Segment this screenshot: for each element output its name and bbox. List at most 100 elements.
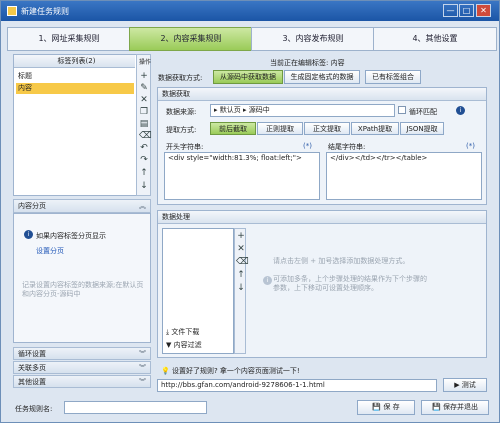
loop-settings-label: 循环设置 [18,350,46,358]
extract-label: 提取方式: [166,126,197,134]
loop-match-label: 循环匹配 [409,108,437,116]
source-breadcrumb[interactable]: ▸ 默认页 ▸ 源码中 [210,104,395,117]
tag-list-title: 标签列表(2) [14,55,135,68]
chevron-down-icon: ︾ [139,378,146,386]
move-down-icon[interactable]: ↓ [236,283,246,293]
move-down-icon[interactable]: ↓ [139,181,149,191]
other-settings-label: 其他设置 [18,378,46,386]
extract-regex-button[interactable]: 正则提取 [257,122,303,135]
step-content-rules[interactable]: 2、内容采集规则 [129,27,253,51]
chevron-down-icon: ︾ [139,364,146,372]
info-icon: i [263,276,272,285]
move-up-icon[interactable]: ↑ [236,270,246,280]
editing-label: 当前正在编辑标签: 内容 [270,59,345,67]
loop-settings-header[interactable]: 循环设置 ︾ [13,347,151,360]
file-download-label: 文件下载 [171,328,200,336]
tag-title[interactable]: 标题 [16,71,134,82]
undo-icon[interactable]: ↶ [139,143,149,153]
fetch-mode-label: 数据获取方式: [158,74,203,82]
chevron-down-icon: ︾ [139,350,146,358]
tag-combine-button[interactable]: 已有标签组合 [365,70,421,84]
task-rule-window: 新建任务规则 — □ ✕ 1、网址采集规则 2、内容采集规则 3、内容发布规则 … [0,0,500,423]
end-wildcard[interactable]: (*) [466,142,475,150]
content-filter-label: 内容过滤 [173,341,202,349]
extract-prefix-suffix-button[interactable]: 前后截取 [210,122,256,135]
move-up-icon[interactable]: ↑ [139,168,149,178]
source-page: 默认页 [219,106,241,114]
start-string-input[interactable]: <div style="width:81.3%; float:left;"> [164,152,320,200]
save-button[interactable]: 💾 保 存 [357,400,415,415]
set-pagination-link[interactable]: 设置分页 [36,246,64,256]
maximize-button[interactable]: □ [459,4,474,17]
fetch-from-source-button[interactable]: 从源码中获取数据 [213,70,283,84]
wizard-steps: 1、网址采集规则 2、内容采集规则 3、内容发布规则 4、其他设置 [7,27,497,51]
test-button-label: 测试 [461,381,476,389]
processing-hint-2: 可添加多条，上个步骤处理的结果作为下个步骤的参数，上下移动可设置处理顺序。 [273,275,427,292]
processing-title: 数据处理 [158,211,486,224]
fixed-format-button[interactable]: 生成固定格式的数据 [284,70,360,84]
end-string-input[interactable]: </div></td></tr></table> [326,152,482,200]
start-wildcard[interactable]: (*) [303,142,312,150]
tag-toolbar: 操作 + ✎ ✕ ❐ ▤ ⌫ ↶ ↷ ↑ ↓ [136,54,152,196]
test-hint-text: 设置好了规则? 拿一个内容页面测试一下! [171,367,300,375]
source-html: 源码中 [248,106,270,114]
window-title: 新建任务规则 [21,7,69,16]
multi-page-header[interactable]: 关联多页 ︾ [13,361,151,374]
processing-toolbar: + ✕ ⌫ ↑ ↓ [234,228,249,354]
extract-json-button[interactable]: JSON提取 [400,122,444,135]
test-url-input[interactable]: http://bbs.gfan.com/android-9278606-1-1.… [157,379,437,392]
processing-hint-1: 请点击左侧 + 加号选择添加数据处理方式。 [273,257,410,265]
tag-list-panel: 标签列表(2) 标题 内容 [13,54,151,196]
source-label: 数据来源: [166,108,197,116]
save-exit-button[interactable]: 💾 保存并退出 [421,400,489,415]
ops-title: 操作 [139,59,152,66]
end-string-label: 结尾字符串: [328,143,366,151]
pagination-panel: i 如果内容标签分页显示 设置分页 记录设置内容标签的数据来源;在默认页和内容分… [13,213,151,343]
content-filter-item[interactable]: ▼ 内容过滤 [166,340,202,351]
extract-text-button[interactable]: 正文提取 [304,122,350,135]
loop-match-checkbox[interactable] [398,106,406,114]
delete-icon[interactable]: ✕ [236,244,246,254]
save-label: 保 存 [383,403,400,411]
step-publish-rules[interactable]: 3、内容发布规则 [251,27,375,51]
data-fetch-title: 数据获取 [158,88,486,101]
filter-icon: ▼ [166,341,174,349]
trash-icon[interactable]: ⌫ [139,131,152,141]
trash-icon[interactable]: ⌫ [236,257,249,267]
other-settings-header[interactable]: 其他设置 ︾ [13,375,151,388]
save-icon: 💾 [372,403,384,411]
step-url-rules[interactable]: 1、网址采集规则 [7,27,131,51]
processing-list[interactable]: ⤓ 文件下载 ▼ 内容过滤 [162,228,234,354]
test-button[interactable]: ▶ 测试 [443,378,487,392]
multi-page-label: 关联多页 [18,364,46,372]
delete-icon[interactable]: ✕ [139,95,149,105]
test-hint: 💡 设置好了规则? 拿一个内容页面测试一下! [161,366,300,376]
info-icon[interactable]: i [456,106,465,115]
file-download-item[interactable]: ⤓ 文件下载 [166,327,199,338]
save-icon: 💾 [432,403,443,411]
close-button[interactable]: ✕ [476,4,491,17]
add-icon[interactable]: + [236,231,246,241]
title-bar: 新建任务规则 — □ ✕ [1,1,499,21]
step-other-settings[interactable]: 4、其他设置 [373,27,497,51]
add-icon[interactable]: + [139,71,149,81]
extract-xpath-button[interactable]: XPath提取 [351,122,399,135]
play-icon: ▶ [454,381,462,389]
copy-icon[interactable]: ❐ [139,107,149,117]
bulb-icon: 💡 [161,367,172,375]
app-icon [7,6,17,16]
minimize-button[interactable]: — [443,4,458,17]
pagination-hint: 如果内容标签分页显示 [36,232,106,240]
tag-content[interactable]: 内容 [16,83,134,94]
paste-icon[interactable]: ▤ [139,119,149,129]
rule-name-input[interactable] [64,401,207,414]
data-fetch-panel: 数据获取 数据来源: ▸ 默认页 ▸ 源码中 循环匹配 i 提取方式: 前后截取… [157,87,487,205]
rule-name-label: 任务规则名: [15,405,53,413]
pagination-header[interactable]: 内容分页 ︽ [13,199,151,213]
pagination-note: 记录设置内容标签的数据来源;在默认页和内容分页-源码中 [22,281,144,298]
save-exit-label: 保存并退出 [442,403,478,411]
info-icon: i [24,230,33,239]
edit-icon[interactable]: ✎ [139,83,149,93]
redo-icon[interactable]: ↷ [139,155,149,165]
data-processing-panel: 数据处理 ⤓ 文件下载 ▼ 内容过滤 + ✕ ⌫ ↑ ↓ 请点击左侧 + 加号选… [157,210,487,358]
